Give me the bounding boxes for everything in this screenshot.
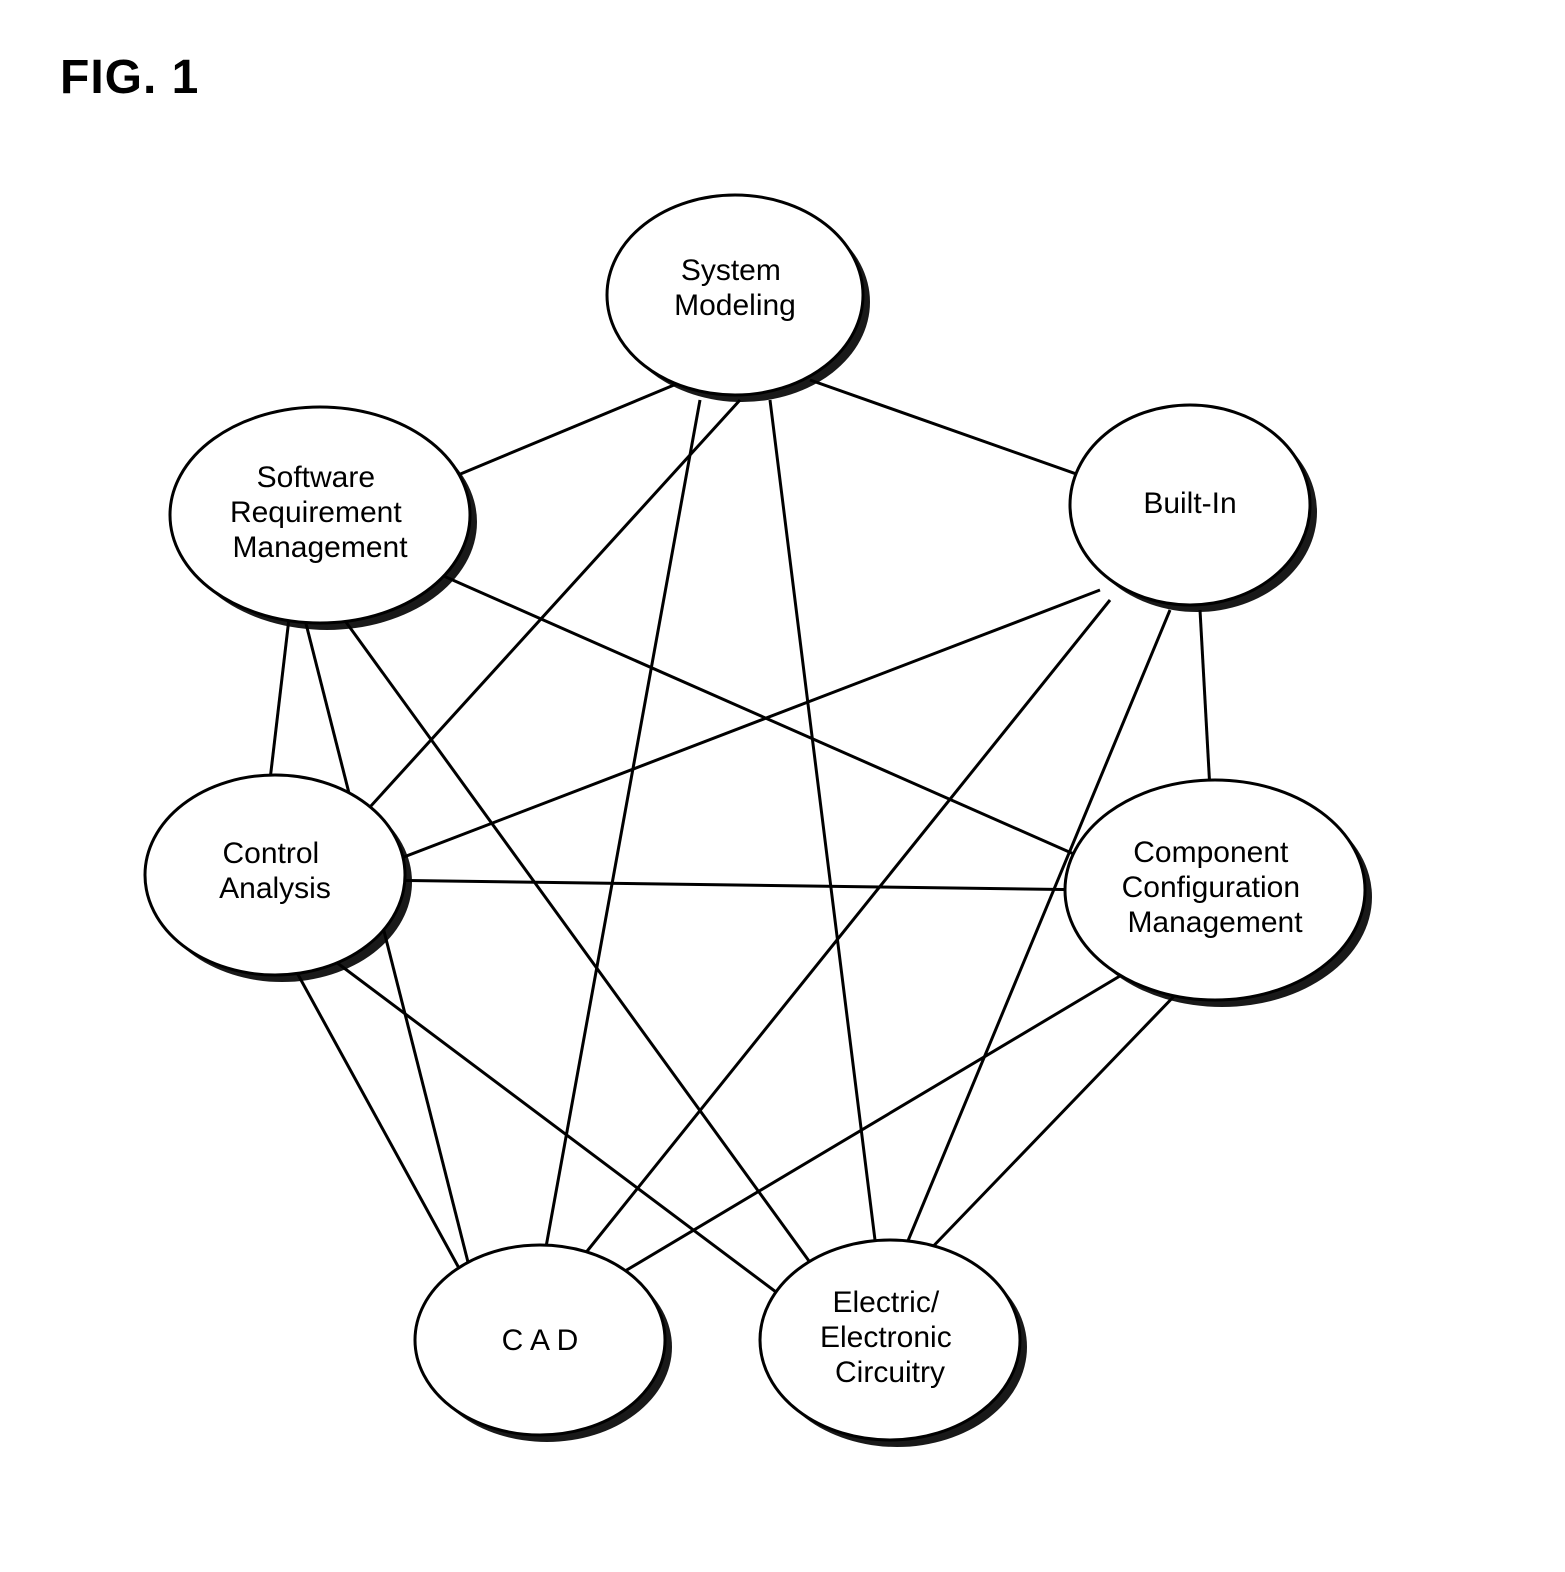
label: Circuitry — [835, 1356, 945, 1389]
edge — [920, 990, 1180, 1260]
edge — [580, 600, 1110, 1260]
label: Built-In — [1143, 487, 1236, 520]
label: Configuration — [1122, 871, 1300, 904]
edge — [330, 600, 830, 1290]
edge — [370, 590, 1100, 870]
svg-text:Software Requirement: Software Requirement Management — [230, 461, 410, 564]
label: Modeling — [674, 289, 796, 322]
node-built-in: Built-In — [1070, 405, 1317, 612]
label: Management — [232, 531, 408, 564]
edge — [270, 610, 290, 780]
node-system-modeling: System Modeling — [607, 195, 870, 402]
label: Control — [222, 837, 319, 870]
label: Management — [1127, 906, 1303, 939]
label: System — [681, 254, 781, 287]
svg-text:Component Configuration: Component Configuration Management — [1122, 836, 1309, 939]
svg-text:C A D: C A D — [502, 1324, 579, 1357]
edge — [430, 570, 1110, 870]
label: Analysis — [219, 872, 331, 905]
node-cad: C A D — [415, 1245, 672, 1442]
label: Component — [1133, 836, 1289, 869]
label: Requirement — [230, 496, 402, 529]
label: Electric/ — [832, 1286, 939, 1319]
svg-text:Built-In: Built-In — [1143, 487, 1236, 520]
node-software-req: Software Requirement Management — [170, 407, 477, 630]
edge — [1200, 610, 1210, 790]
node-component-config: Component Configuration Management — [1065, 780, 1372, 1007]
edge — [290, 960, 460, 1270]
label: Electronic — [820, 1321, 952, 1354]
label: Software — [257, 461, 375, 494]
label: C A D — [502, 1324, 579, 1357]
node-electric: Electric/ Electronic Circuitry — [760, 1240, 1027, 1447]
edge — [770, 400, 880, 1280]
svg-text:Electric/ Electronic: Electric/ Electronic Circuitry — [820, 1286, 960, 1389]
network-diagram: System Modeling Built-In Component Confi… — [0, 0, 1565, 1572]
edge — [370, 880, 1100, 890]
